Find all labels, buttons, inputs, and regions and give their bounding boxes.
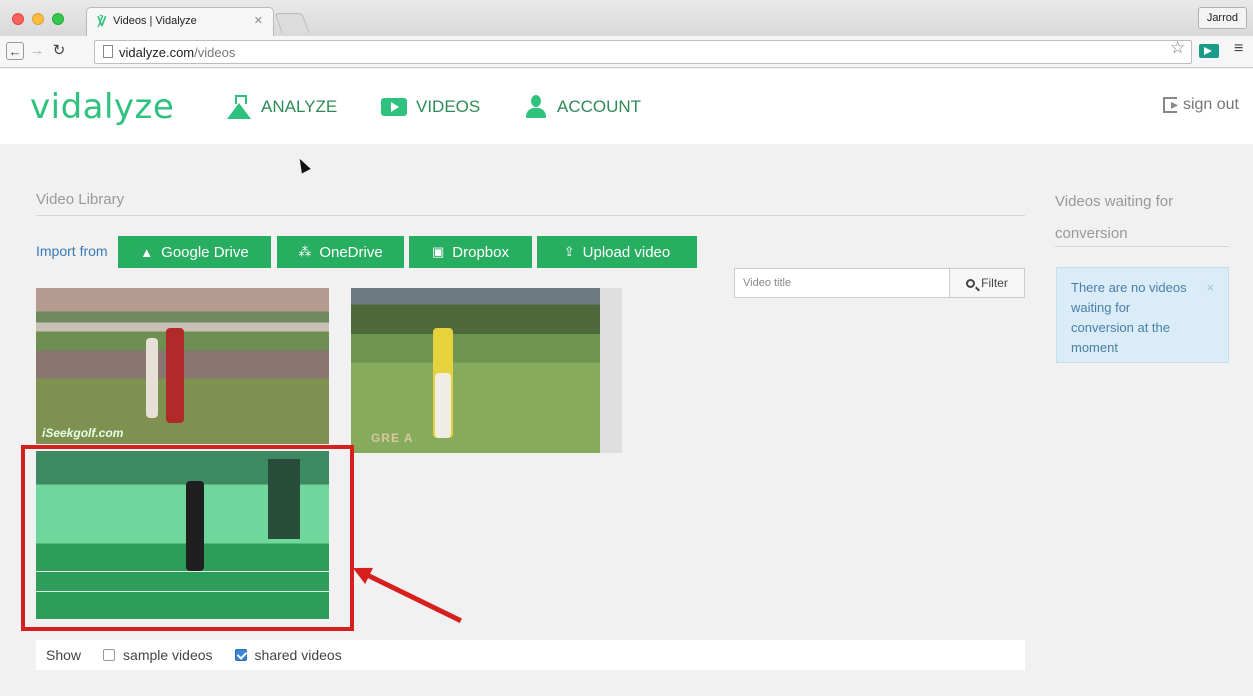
thumbnail-image: GRE A (351, 288, 600, 453)
nav-videos[interactable]: VIDEOS (381, 91, 480, 123)
browser-tab[interactable]: ℣ Videos | Vidalyze ✕ (86, 7, 274, 36)
back-button[interactable]: ← (6, 42, 24, 60)
sign-out-icon (1162, 96, 1178, 113)
filter-button[interactable]: Filter (949, 268, 1025, 298)
conversion-alert: There are no videos waiting for conversi… (1056, 267, 1229, 363)
sample-videos-label: sample videos (123, 647, 213, 663)
highlight-annotation-frame (21, 445, 354, 631)
golfer-figure (435, 373, 451, 438)
mouse-cursor-icon (295, 156, 311, 174)
filter-form: Filter (734, 268, 1025, 298)
upload-video-button[interactable]: ⇪ Upload video (537, 236, 697, 268)
user-icon (524, 95, 548, 119)
video-thumbnail[interactable]: GRE A (351, 288, 622, 453)
profile-button[interactable]: Jarrod (1197, 7, 1247, 29)
site-header: vidalyze ANALYZE VIDEOS ACCOUNT sign out (0, 69, 1253, 144)
shared-videos-label: shared videos (254, 647, 342, 663)
nav-analyze[interactable]: ANALYZE (226, 91, 337, 123)
nav-videos-label: VIDEOS (416, 97, 481, 116)
video-library-title: Video Library (36, 191, 125, 208)
reload-icon[interactable]: ↻ (50, 42, 68, 60)
tab-close-icon[interactable]: ✕ (254, 14, 263, 27)
import-from-label: Import from (36, 243, 108, 259)
minimize-window-button[interactable] (32, 13, 44, 25)
new-tab-button[interactable] (274, 13, 310, 33)
browser-menu-icon[interactable]: ≡ (1234, 40, 1243, 58)
thumbnail-watermark: GRE A (371, 431, 414, 445)
divider (1055, 246, 1229, 247)
nav-analyze-label: ANALYZE (261, 97, 338, 116)
close-icon[interactable]: × (1206, 278, 1214, 298)
conversion-alert-message: There are no videos waiting for conversi… (1071, 280, 1187, 355)
play-icon (381, 98, 407, 116)
video-title-input[interactable] (734, 268, 949, 298)
dropbox-label: Dropbox (452, 243, 509, 261)
url-text: vidalyze.com/videos (119, 45, 236, 60)
show-label: Show (46, 647, 82, 663)
sign-out-label: sign out (1182, 96, 1239, 113)
golfer-figure (146, 338, 158, 418)
annotation-arrow (360, 570, 462, 623)
close-window-button[interactable] (12, 13, 24, 25)
address-bar[interactable]: vidalyze.com/videos (94, 40, 1192, 64)
sign-out-link[interactable]: sign out (1162, 96, 1239, 114)
tab-title: Videos | Vidalyze (113, 15, 197, 27)
forward-button[interactable]: → (28, 42, 46, 60)
video-thumbnail[interactable]: iSeekgolf.com (36, 288, 329, 444)
browser-toolbar: ← → ↻ vidalyze.com/videos (0, 36, 1253, 68)
show-filter-bar: Show sample videos shared videos (36, 640, 1025, 670)
vidalyze-favicon-icon: ℣ (97, 14, 107, 29)
sample-videos-checkbox[interactable] (103, 649, 116, 661)
upload-icon: ⇪ (563, 244, 575, 259)
dropbox-button[interactable]: ▣ Dropbox (409, 236, 532, 268)
nav-account-label: ACCOUNT (557, 97, 642, 116)
bookmark-star-icon[interactable]: ☆ (1170, 38, 1185, 58)
video-extension-icon[interactable] (1199, 44, 1219, 58)
page-icon (103, 45, 113, 58)
flask-icon (226, 95, 252, 119)
shared-videos-checkbox[interactable] (234, 649, 247, 661)
divider (36, 215, 1025, 216)
search-icon (966, 278, 976, 288)
google-drive-icon: ▲ (140, 244, 154, 260)
thumbnail-watermark: iSeekgolf.com (42, 426, 124, 440)
google-drive-button[interactable]: ▲ Google Drive (118, 236, 271, 268)
browser-tabstrip: ℣ Videos | Vidalyze ✕ Jarrod (0, 0, 1253, 36)
upload-video-label: Upload video (582, 243, 671, 261)
maximize-window-button[interactable] (52, 13, 64, 25)
vidalyze-logo[interactable]: vidalyze (30, 87, 174, 127)
conversion-panel-title: Videos waiting for conversion (1055, 193, 1174, 242)
onedrive-button[interactable]: ⁂ OneDrive (277, 236, 404, 268)
golfer-figure (166, 328, 184, 423)
filter-label: Filter (981, 276, 1008, 290)
nav-account[interactable]: ACCOUNT (524, 91, 641, 123)
onedrive-icon: ⁂ (298, 244, 312, 259)
google-drive-label: Google Drive (161, 243, 249, 261)
onedrive-label: OneDrive (319, 243, 383, 261)
dropbox-icon: ▣ (432, 244, 445, 259)
